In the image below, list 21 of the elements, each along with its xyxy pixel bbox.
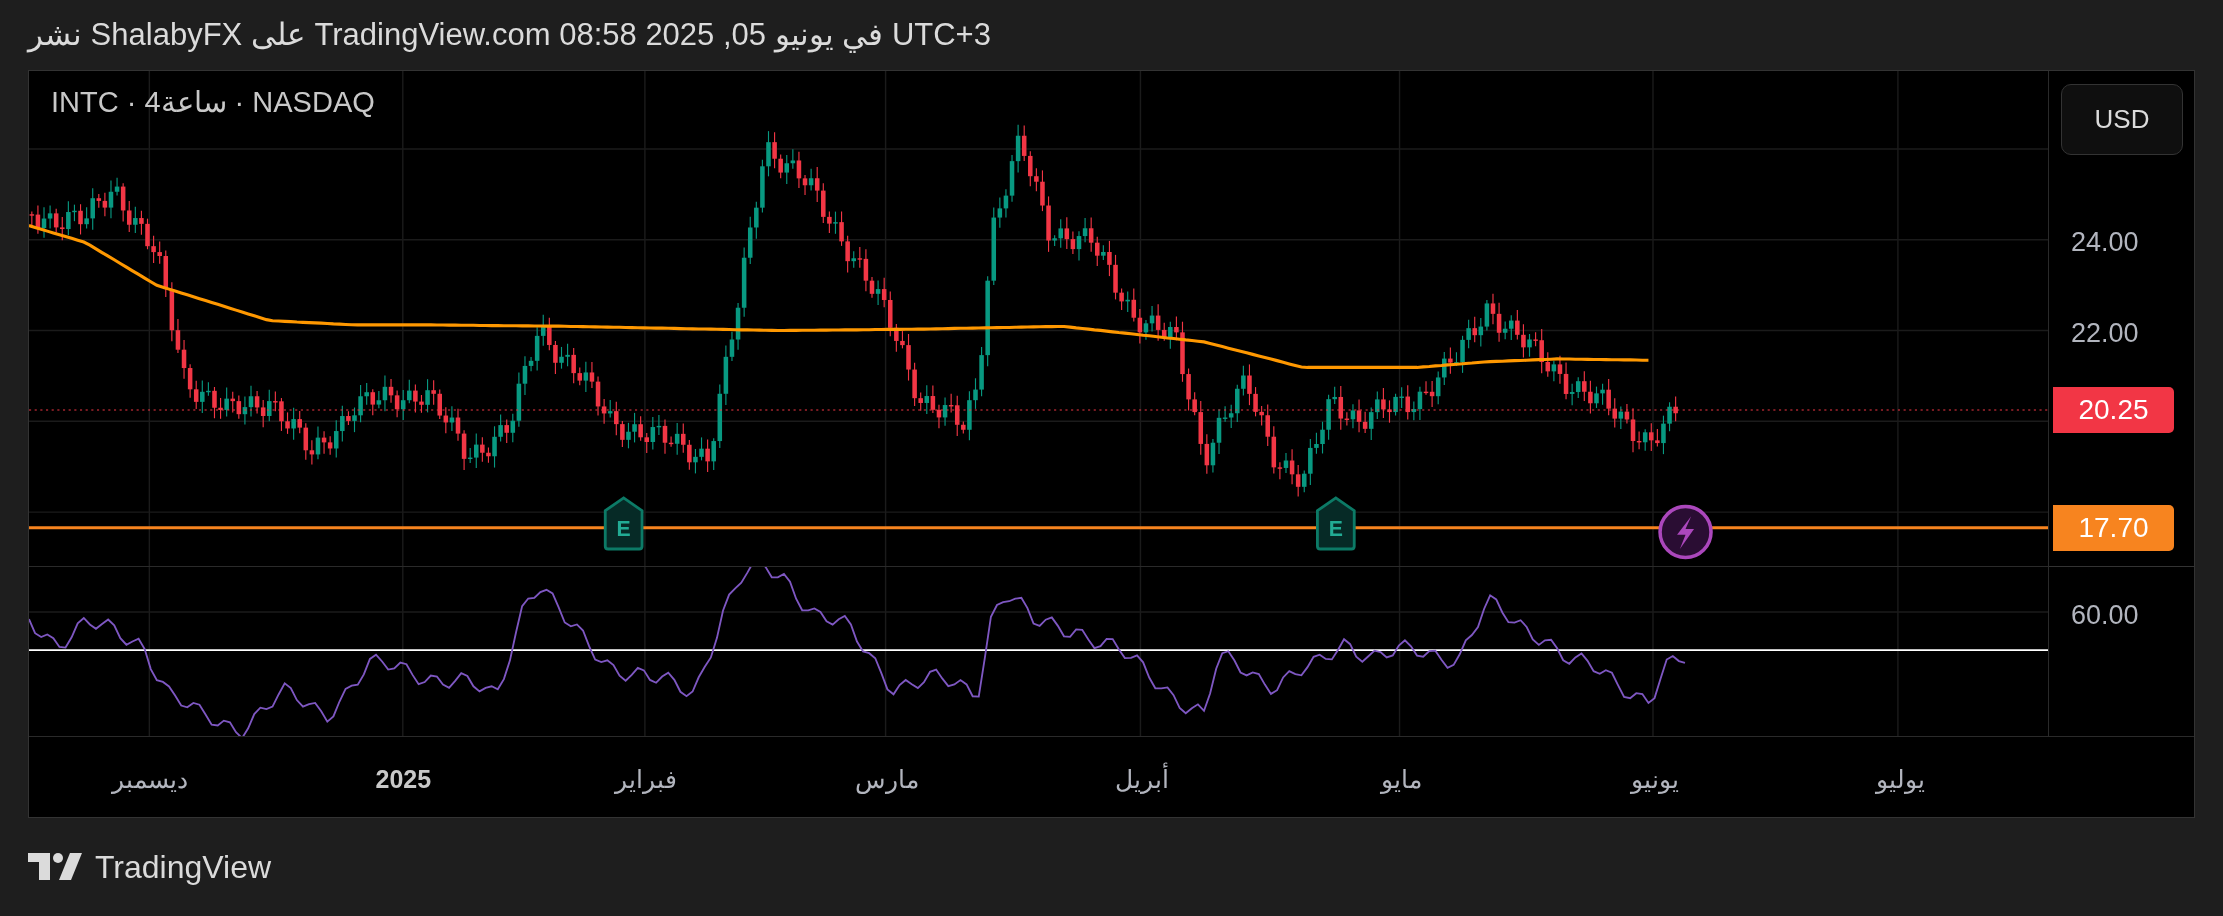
price-tag: 17.70 [2053,505,2174,551]
currency-button[interactable]: USD [2061,84,2183,155]
rsi-axis-label: 60.00 [2071,599,2139,632]
price-axis-label: 24.00 [2071,226,2139,259]
brand-name: TradingView [95,848,272,887]
time-axis-label: مايو [1381,764,1423,796]
publication-info: نشر ShalabyFX على TradingView.com في يونيو 05, 2025 08:58 UTC+3 [28,15,991,55]
lightning-marker[interactable] [1658,504,1713,560]
price-tag: 20.25 [2053,387,2174,433]
time-axis-label: ديسمبر [111,764,188,796]
symbol-label: INTC · 4ساعة · NASDAQ [51,85,375,120]
logo-icon [28,852,83,882]
time-axis-label: أبريل [1115,761,1170,799]
time-axis-label: مارس [854,764,919,796]
earnings-marker[interactable]: E [1316,496,1356,551]
time-axis-label: يوليو [1876,764,1926,796]
time-axis-label: يونيو [1631,764,1680,796]
time-axis-label: فبراير [614,764,677,796]
time-axis-label: 2025 [375,764,432,795]
earnings-marker[interactable]: E [603,496,644,551]
price-axis-label: 22.00 [2071,317,2139,350]
